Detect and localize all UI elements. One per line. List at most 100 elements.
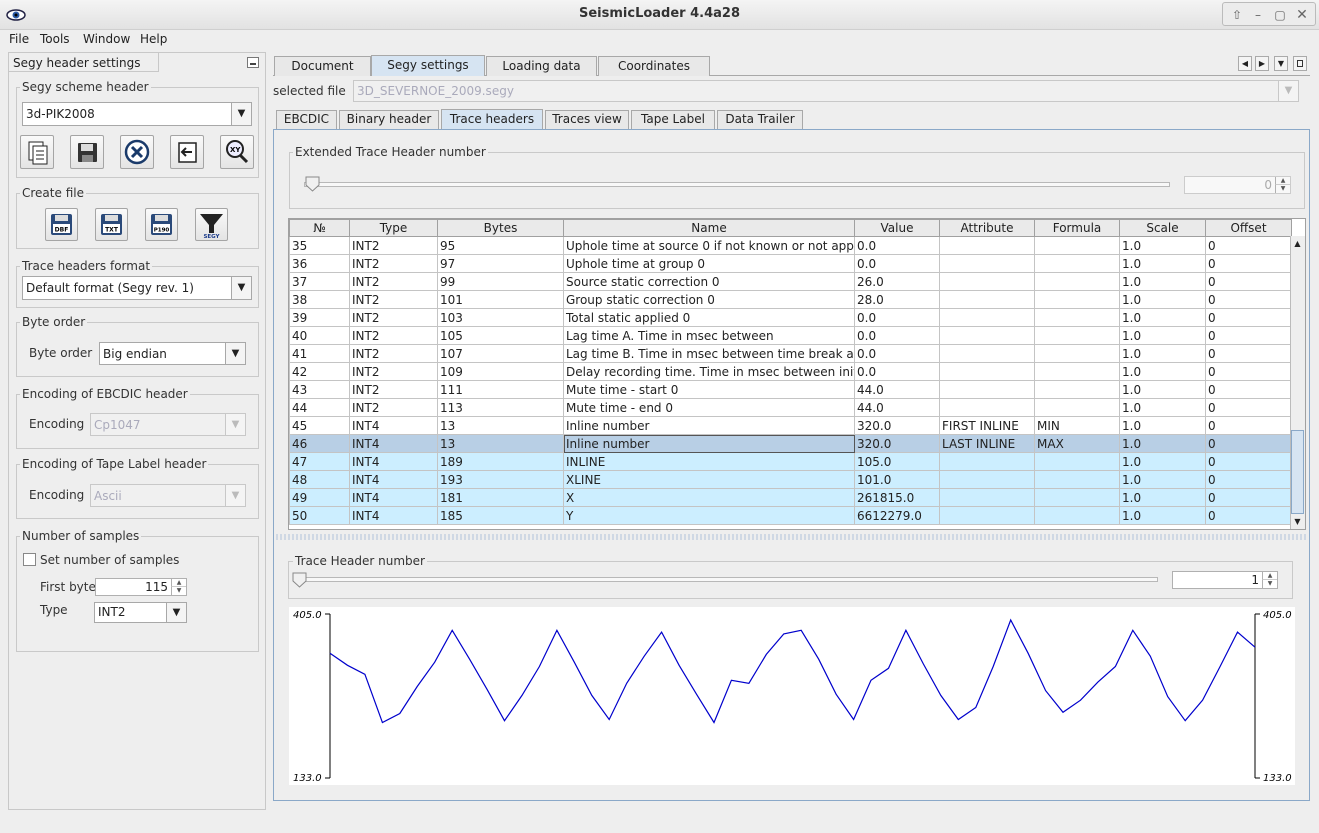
table-cell[interactable]: 101.0 xyxy=(854,470,940,489)
tab-scroll-left-icon[interactable]: ◀ xyxy=(1238,56,1252,71)
first-byte-spinner[interactable]: 115 ▲ ▼ xyxy=(95,578,187,596)
tab-segy-settings[interactable]: Segy settings xyxy=(371,55,485,76)
table-cell[interactable]: 49 xyxy=(289,488,350,507)
table-cell[interactable] xyxy=(1034,452,1120,471)
table-cell[interactable]: 41 xyxy=(289,344,350,363)
table-cell[interactable]: 45 xyxy=(289,416,350,435)
table-cell[interactable]: 44 xyxy=(289,398,350,417)
table-cell[interactable] xyxy=(1034,362,1120,381)
table-cell[interactable]: Uphole time at group 0 xyxy=(563,254,855,273)
table-cell[interactable] xyxy=(939,452,1035,471)
column-header[interactable]: Offset xyxy=(1205,219,1292,237)
table-cell[interactable]: 0 xyxy=(1205,470,1292,489)
table-cell[interactable]: 0.0 xyxy=(854,326,940,345)
spin-up-icon[interactable]: ▲ xyxy=(1262,572,1277,580)
table-cell[interactable] xyxy=(939,380,1035,399)
table-cell[interactable]: 0 xyxy=(1205,398,1292,417)
table-cell[interactable]: 0 xyxy=(1205,344,1292,363)
table-cell[interactable]: 50 xyxy=(289,506,350,525)
table-cell[interactable] xyxy=(939,326,1035,345)
table-cell[interactable]: MAX xyxy=(1034,434,1120,453)
table-cell[interactable] xyxy=(1034,290,1120,309)
table-cell[interactable]: 0.0 xyxy=(854,236,940,255)
extended-header-slider-track[interactable] xyxy=(304,182,1170,187)
table-cell[interactable]: Inline number xyxy=(563,416,855,435)
table-row[interactable]: 44 INT2 113 Mute time - end 0 44.0 1.0 0 xyxy=(289,398,1292,417)
copy-scheme-button[interactable] xyxy=(20,135,54,169)
table-cell[interactable]: 38 xyxy=(289,290,350,309)
table-cell[interactable]: 35 xyxy=(289,236,350,255)
table-cell[interactable]: 1.0 xyxy=(1119,488,1206,507)
minimize-panel-icon[interactable] xyxy=(247,57,259,68)
table-cell[interactable] xyxy=(1034,380,1120,399)
table-cell[interactable]: 0 xyxy=(1205,452,1292,471)
table-row[interactable]: 47 INT4 189 INLINE 105.0 1.0 0 xyxy=(289,452,1292,471)
table-cell[interactable]: 101 xyxy=(437,290,564,309)
table-cell[interactable]: INT2 xyxy=(349,272,438,291)
table-cell[interactable] xyxy=(939,506,1035,525)
spin-down-icon[interactable]: ▼ xyxy=(1262,580,1277,588)
table-cell[interactable]: Inline number xyxy=(563,434,855,453)
column-header[interactable]: Formula xyxy=(1034,219,1120,237)
extended-header-slider-thumb[interactable] xyxy=(305,176,321,195)
table-cell[interactable]: Y xyxy=(563,506,855,525)
table-cell[interactable]: 1.0 xyxy=(1119,272,1206,291)
column-header[interactable]: Attribute xyxy=(939,219,1035,237)
table-row[interactable]: 40 INT2 105 Lag time A. Time in msec betwee… xyxy=(289,326,1292,345)
scroll-down-icon[interactable]: ▼ xyxy=(1291,515,1304,528)
table-cell[interactable]: INT4 xyxy=(349,452,438,471)
table-row[interactable]: 43 INT2 111 Mute time - start 0 44.0 1.0 0 xyxy=(289,380,1292,399)
table-cell[interactable]: 26.0 xyxy=(854,272,940,291)
table-cell[interactable]: 1.0 xyxy=(1119,506,1206,525)
table-cell[interactable]: 97 xyxy=(437,254,564,273)
table-cell[interactable]: 105 xyxy=(437,326,564,345)
table-cell[interactable]: 6612279.0 xyxy=(854,506,940,525)
table-cell[interactable] xyxy=(1034,272,1120,291)
table-cell[interactable]: 0 xyxy=(1205,236,1292,255)
table-cell[interactable]: 1.0 xyxy=(1119,326,1206,345)
table-cell[interactable]: 1.0 xyxy=(1119,308,1206,327)
spin-down-icon[interactable]: ▼ xyxy=(171,587,186,595)
table-row[interactable]: 37 INT2 99 Source static correction 0 26.0 1.… xyxy=(289,272,1292,291)
table-cell[interactable]: 0 xyxy=(1205,488,1292,507)
table-cell[interactable]: 103 xyxy=(437,308,564,327)
subtab-tape-label[interactable]: Tape Label xyxy=(631,110,715,129)
table-cell[interactable] xyxy=(1034,344,1120,363)
table-cell[interactable]: 44.0 xyxy=(854,398,940,417)
table-row[interactable]: 50 INT4 185 Y 6612279.0 1.0 0 xyxy=(289,506,1292,525)
table-cell[interactable]: Lag time B. Time in msec between time br… xyxy=(563,344,855,363)
table-cell[interactable]: 37 xyxy=(289,272,350,291)
table-cell[interactable]: 1.0 xyxy=(1119,362,1206,381)
table-cell[interactable]: INT2 xyxy=(349,254,438,273)
table-cell[interactable]: 0 xyxy=(1205,434,1292,453)
subtab-ebcdic[interactable]: EBCDIC xyxy=(276,110,337,129)
table-cell[interactable]: 1.0 xyxy=(1119,236,1206,255)
table-cell[interactable]: 320.0 xyxy=(854,416,940,435)
subtab-binary-header[interactable]: Binary header xyxy=(339,110,439,129)
table-cell[interactable] xyxy=(939,308,1035,327)
table-cell[interactable]: 1.0 xyxy=(1119,398,1206,417)
table-cell[interactable]: INT4 xyxy=(349,470,438,489)
table-cell[interactable]: 0 xyxy=(1205,326,1292,345)
table-cell[interactable]: Lag time A. Time in msec between xyxy=(563,326,855,345)
create-p190-button[interactable]: P190 xyxy=(145,208,178,241)
table-cell[interactable]: Group static correction 0 xyxy=(563,290,855,309)
table-row[interactable]: 46 INT4 13 Inline number 320.0 LAST INLINE MAX… xyxy=(289,434,1292,453)
table-cell[interactable] xyxy=(939,488,1035,507)
table-cell[interactable]: 320.0 xyxy=(854,434,940,453)
table-cell[interactable]: LAST INLINE xyxy=(939,434,1035,453)
table-cell[interactable]: INT4 xyxy=(349,416,438,435)
table-cell[interactable]: INT4 xyxy=(349,488,438,507)
trace-header-spinner[interactable]: 1 ▲ ▼ xyxy=(1172,571,1278,589)
table-cell[interactable]: XLINE xyxy=(563,470,855,489)
close-icon[interactable]: ✕ xyxy=(1293,6,1311,24)
table-cell[interactable]: 13 xyxy=(437,434,564,453)
xy-zoom-button[interactable]: XY xyxy=(220,135,254,169)
table-cell[interactable]: 0 xyxy=(1205,416,1292,435)
tab-document[interactable]: Document xyxy=(274,56,371,76)
table-cell[interactable]: MIN xyxy=(1034,416,1120,435)
table-row[interactable]: 49 INT4 181 X 261815.0 1.0 0 xyxy=(289,488,1292,507)
table-cell[interactable]: 48 xyxy=(289,470,350,489)
table-row[interactable]: 45 INT4 13 Inline number 320.0 FIRST INLINE MI… xyxy=(289,416,1292,435)
table-cell[interactable]: X xyxy=(563,488,855,507)
